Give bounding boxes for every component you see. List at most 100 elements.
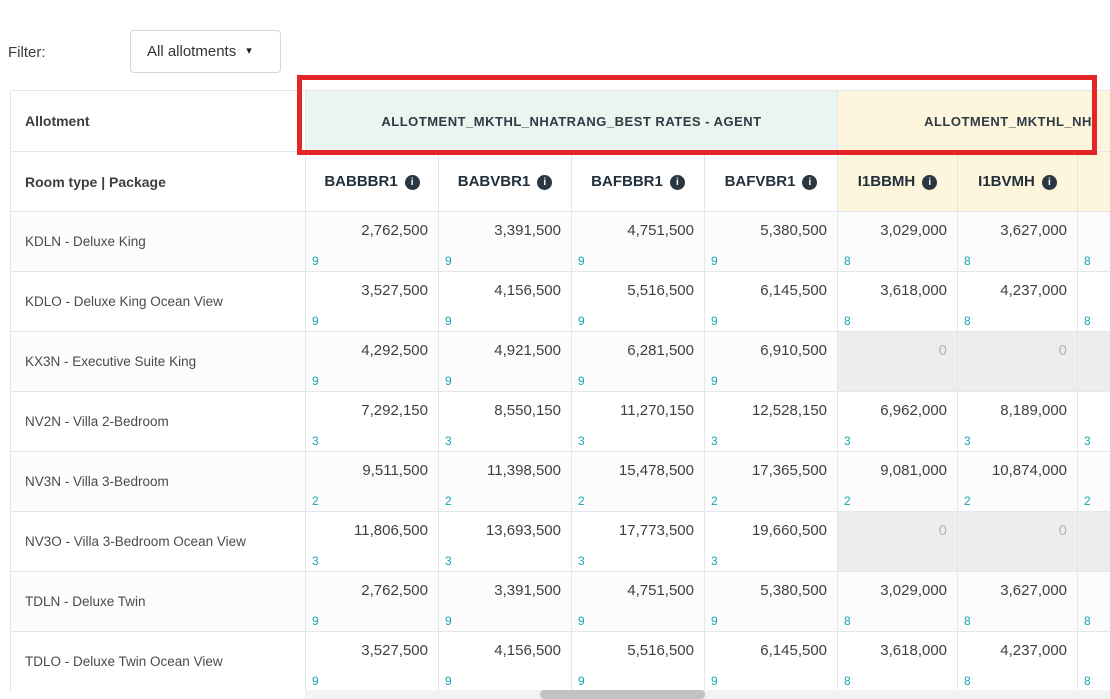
availability-count: 8 (1084, 614, 1091, 628)
availability-count: 9 (445, 614, 452, 628)
rate-cell[interactable]: 15,478,500 2 (572, 452, 705, 512)
rate-cell[interactable]: 0 (838, 332, 958, 392)
rate-cell[interactable]: 17,773,5003 (572, 512, 705, 572)
rate-cell[interactable]: 2 (1078, 452, 1110, 512)
info-icon[interactable]: i (405, 175, 420, 190)
rate-cell[interactable] (1078, 512, 1110, 572)
rate-cell[interactable]: 11,806,5003 (306, 512, 439, 572)
rate-cell[interactable]: 3,527,5009 (306, 272, 439, 332)
availability-count: 9 (312, 314, 319, 328)
rate-value: 8,189,000 (1000, 402, 1067, 419)
rate-cell[interactable]: 8 (1078, 272, 1110, 332)
rate-cell[interactable]: 8,189,000 3 (958, 392, 1078, 452)
rate-cell[interactable]: 8 (1078, 572, 1110, 632)
room-type-label: KDLO - Deluxe King Ocean View (11, 272, 306, 332)
rate-cell[interactable]: 8 (1078, 632, 1110, 692)
rate-code-label: BAFVBR1 (725, 173, 796, 190)
rates-table-container: Allotment ALLOTMENT_MKTHL_NHATRANG_BEST … (10, 90, 1110, 691)
rate-cell[interactable]: 7,292,1503 (306, 392, 439, 452)
rate-code-label: I1BBMH (858, 173, 916, 190)
rate-cell[interactable]: 3,527,5009 (306, 632, 439, 692)
info-icon[interactable]: i (1042, 175, 1057, 190)
rate-value: 0 (939, 522, 947, 539)
column-header-i1bvmh: I1BVMHi (958, 152, 1078, 212)
availability-count: 2 (578, 494, 585, 508)
table-row: NV2N - Villa 2-Bedroom7,292,15038,550,15… (11, 392, 1110, 452)
rate-value: 12,528,150 (752, 402, 827, 419)
availability-count: 8 (844, 254, 851, 268)
rate-value: 10,874,000 (992, 462, 1067, 479)
rate-cell[interactable]: 5,516,5009 (572, 632, 705, 692)
table-row: TDLO - Deluxe Twin Ocean View3,527,50094… (11, 632, 1110, 692)
rate-cell[interactable]: 3,627,0008 (958, 572, 1078, 632)
availability-count: 2 (312, 494, 319, 508)
rate-cell[interactable]: 6,910,5009 (705, 332, 838, 392)
rate-cell[interactable]: 11,398,5002 (439, 452, 572, 512)
column-header-bafbbr1: BAFBBR1i (572, 152, 705, 212)
availability-count: 2 (1084, 494, 1091, 508)
rate-value: 9,511,500 (362, 462, 428, 479)
rate-cell[interactable]: 10,874,0002 (958, 452, 1078, 512)
rate-cell[interactable]: 5,380,5009 (705, 572, 838, 632)
availability-count: 9 (578, 614, 585, 628)
availability-count: 9 (312, 674, 319, 688)
rate-cell[interactable]: 2,762,5009 (306, 212, 439, 272)
rate-cell[interactable]: 6,962,0003 (838, 392, 958, 452)
rate-cell[interactable]: 4,237,0008 (958, 272, 1078, 332)
rate-cell[interactable]: 3,391,5009 (439, 212, 572, 272)
rate-cell[interactable]: 6,281,5009 (572, 332, 705, 392)
info-icon[interactable]: i (802, 175, 817, 190)
rate-value: 6,145,500 (760, 642, 827, 659)
rate-value: 4,921,500 (494, 342, 561, 359)
rate-cell[interactable]: 2,762,5009 (306, 572, 439, 632)
availability-count: 2 (711, 494, 718, 508)
rate-cell[interactable]: 3,391,5009 (439, 572, 572, 632)
availability-count: 3 (964, 434, 971, 448)
rate-cell[interactable]: 3,618,0008 (838, 272, 958, 332)
allotments-filter-value: All allotments (147, 43, 236, 60)
rate-cell[interactable]: 8,550,1503 (439, 392, 572, 452)
rate-cell[interactable]: 3,618,0008 (838, 632, 958, 692)
availability-count: 8 (844, 614, 851, 628)
rate-cell[interactable]: 5,380,5009 (705, 212, 838, 272)
rate-cell[interactable]: 6,145,5009 (705, 632, 838, 692)
rate-cell[interactable]: 3 (1078, 392, 1110, 452)
rate-cell[interactable]: 13,693,5003 (439, 512, 572, 572)
chevron-down-icon: ▾ (246, 46, 252, 57)
rate-cell[interactable]: 9,511,500 2 (306, 452, 439, 512)
rate-cell[interactable]: 4,237,0008 (958, 632, 1078, 692)
rate-cell[interactable] (1078, 332, 1110, 392)
rate-cell[interactable]: 5,516,5009 (572, 272, 705, 332)
room-type-label: KDLN - Deluxe King (11, 212, 306, 272)
rate-cell[interactable]: 0 (838, 512, 958, 572)
rate-cell[interactable]: 4,751,5009 (572, 212, 705, 272)
rate-cell[interactable]: 4,156,5009 (439, 272, 572, 332)
rate-cell[interactable]: 9,081,0002 (838, 452, 958, 512)
allotments-filter-dropdown[interactable]: All allotments ▾ (130, 30, 281, 73)
table-row: NV3N - Villa 3-Bedroom9,511,500211,398,5… (11, 452, 1110, 512)
rate-cell[interactable]: 0 (958, 512, 1078, 572)
rate-value: 2,762,500 (361, 582, 428, 599)
rate-cell[interactable]: 4,156,5009 (439, 632, 572, 692)
rate-value: 15,478,500 (619, 462, 694, 479)
column-header-i1bbmh: I1BBMH i (838, 152, 958, 212)
rate-cell[interactable]: 17,365,5002 (705, 452, 838, 512)
rate-cell[interactable]: 3,029,0008 (838, 572, 958, 632)
availability-count: 2 (844, 494, 851, 508)
info-icon[interactable]: i (670, 175, 685, 190)
info-icon[interactable]: i (922, 175, 937, 190)
allotment-group-label: ALLOTMENT_MKTHL_NHATRANG_BEST RATES - AG… (381, 114, 761, 129)
availability-count: 3 (312, 434, 319, 448)
rate-cell[interactable]: 6,145,5009 (705, 272, 838, 332)
rate-cell[interactable]: 0 (958, 332, 1078, 392)
info-icon[interactable]: i (537, 175, 552, 190)
rate-cell[interactable]: 19,660,5003 (705, 512, 838, 572)
rate-cell[interactable]: 4,921,5009 (439, 332, 572, 392)
rate-cell[interactable]: 4,751,5009 (572, 572, 705, 632)
rate-cell[interactable]: 12,528,1503 (705, 392, 838, 452)
rate-cell[interactable]: 4,292,5009 (306, 332, 439, 392)
rate-cell[interactable]: 8 (1078, 212, 1110, 272)
rate-cell[interactable]: 11,270,1503 (572, 392, 705, 452)
rate-cell[interactable]: 3,627,0008 (958, 212, 1078, 272)
rate-cell[interactable]: 3,029,0008 (838, 212, 958, 272)
